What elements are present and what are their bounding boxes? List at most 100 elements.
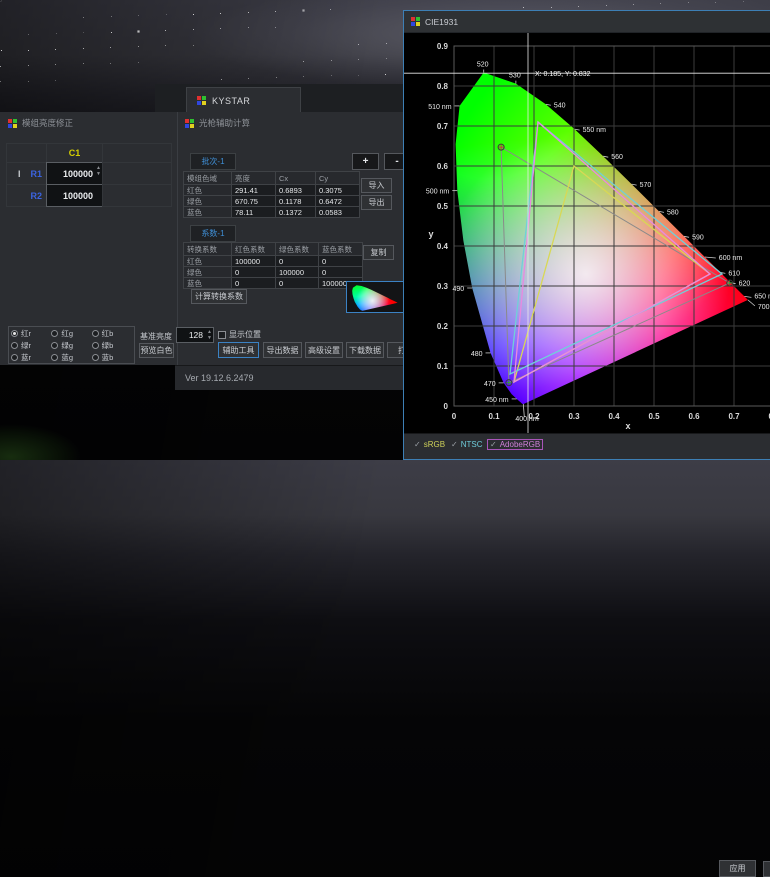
cell-value[interactable]: 0.1372 xyxy=(276,207,315,217)
ntsc-checkbox[interactable]: ✓ NTSC xyxy=(451,440,482,449)
preview-white-button[interactable]: 预览白色 xyxy=(139,343,174,358)
svg-text:0.2: 0.2 xyxy=(437,322,449,331)
cie-thumbnail-locus xyxy=(350,284,402,311)
gamut-table: 模组色域亮度CxCy红色291.410.68930.3075绿色670.750.… xyxy=(183,171,360,218)
cell-value[interactable]: 0.6472 xyxy=(316,196,359,206)
cie-thumbnail[interactable] xyxy=(346,281,404,313)
svg-text:580: 580 xyxy=(667,209,679,216)
calc-coef-button[interactable]: 计算转换系数 xyxy=(191,289,247,304)
column-header-c1: C1 xyxy=(46,143,103,163)
svg-text:510 nm: 510 nm xyxy=(428,104,452,111)
cell-value[interactable]: 0 xyxy=(276,256,318,266)
cell-value[interactable]: 100000 xyxy=(232,256,275,266)
radio-蓝b[interactable]: 蓝b xyxy=(92,352,132,363)
cell-value[interactable]: 0.0583 xyxy=(316,207,359,217)
svg-text:0: 0 xyxy=(444,402,449,411)
svg-text:0.1: 0.1 xyxy=(437,362,449,371)
tab-batch-1[interactable]: 批次-1 xyxy=(190,153,236,170)
svg-text:560: 560 xyxy=(611,154,623,161)
radio-红g[interactable]: 红g xyxy=(51,328,91,339)
kystar-logo-icon xyxy=(8,119,17,128)
import-button[interactable]: 导入 xyxy=(361,178,392,193)
row-label-r1: R1 xyxy=(6,162,47,185)
add-batch-button[interactable]: + xyxy=(352,153,379,170)
cell-value[interactable]: 0.3075 xyxy=(316,185,359,195)
svg-text:0.3: 0.3 xyxy=(568,412,580,421)
column-header: 转换系数 xyxy=(184,243,231,255)
svg-text:480: 480 xyxy=(471,351,483,358)
row-label: 蓝色 xyxy=(184,278,231,288)
cie-titlebar[interactable]: CIE1931 xyxy=(404,11,770,33)
clipped-button[interactable] xyxy=(763,861,770,877)
tab-kystar[interactable]: KYSTAR xyxy=(186,87,301,113)
toolbar-button-download-data[interactable]: 下载数据 xyxy=(346,342,384,358)
cell-value[interactable]: 670.75 xyxy=(232,196,275,206)
cie-plot-svg[interactable]: 00.10.20.30.40.50.60.70.800.10.20.30.40.… xyxy=(404,33,770,433)
radio-绿g[interactable]: 绿g xyxy=(51,340,91,351)
export-button[interactable]: 导出 xyxy=(361,195,392,210)
foliage-silhouette xyxy=(0,398,140,460)
column-header: 亮度 xyxy=(232,172,275,184)
srgb-checkbox[interactable]: ✓ sRGB xyxy=(414,440,445,449)
kystar-logo-icon xyxy=(411,17,420,26)
radio-circle-icon xyxy=(92,342,99,349)
toolbar-button-aux-tools[interactable]: 辅助工具 xyxy=(218,342,259,358)
svg-text:0: 0 xyxy=(452,412,457,421)
svg-text:y: y xyxy=(428,229,433,239)
svg-text:450 nm: 450 nm xyxy=(485,397,509,404)
svg-text:0.4: 0.4 xyxy=(437,242,449,251)
radio-绿b[interactable]: 绿b xyxy=(92,340,132,351)
check-icon: ✓ xyxy=(451,441,458,449)
svg-text:650 nm: 650 nm xyxy=(754,293,770,300)
cell-value[interactable]: 0 xyxy=(232,278,275,288)
cell-value[interactable]: 0 xyxy=(319,256,362,266)
cell-value[interactable]: 0 xyxy=(232,267,275,277)
svg-text:530: 530 xyxy=(509,73,521,80)
row-label-r2: R2 xyxy=(6,184,47,207)
adobergb-checkbox[interactable]: ✓ AdobeRGB xyxy=(488,440,542,449)
radio-蓝g[interactable]: 蓝g xyxy=(51,352,91,363)
cie-plot-area[interactable]: 00.10.20.30.40.50.60.70.800.10.20.30.40.… xyxy=(404,33,770,433)
text-cursor-ibeam: I xyxy=(18,169,21,179)
radio-circle-icon xyxy=(11,342,18,349)
apply-button[interactable]: 应用 xyxy=(719,860,756,877)
radio-红r[interactable]: 红r xyxy=(11,328,51,339)
copy-button[interactable]: 复制 xyxy=(363,245,394,260)
svg-text:610: 610 xyxy=(728,270,740,277)
cell-value[interactable]: 0 xyxy=(319,267,362,277)
svg-text:540: 540 xyxy=(554,102,566,109)
brightness-value-r2[interactable]: 100000 xyxy=(46,184,103,207)
cell-value[interactable]: 291.41 xyxy=(232,185,275,195)
cell-value[interactable]: 100000 xyxy=(276,267,318,277)
radio-绿r[interactable]: 绿r xyxy=(11,340,51,351)
show-position-checkbox[interactable]: 显示位置 xyxy=(218,329,261,340)
radio-circle-icon xyxy=(92,330,99,337)
calc-panel-title: 光枪辅助计算 xyxy=(199,117,250,129)
svg-text:0.5: 0.5 xyxy=(437,202,449,211)
base-brightness-label: 基准亮度 xyxy=(140,331,172,342)
brightness-panel: 模组亮度修正 C1 R1 100000 ▲▼ R2 100000 I 红r红g红… xyxy=(0,112,178,365)
toolbar-button-export-data[interactable]: 导出数据 xyxy=(263,342,302,358)
table-filler-cell xyxy=(102,162,172,185)
svg-text:590: 590 xyxy=(692,234,704,241)
radio-红b[interactable]: 红b xyxy=(92,328,132,339)
cell-value[interactable]: 0 xyxy=(276,278,318,288)
brightness-panel-header: 模组亮度修正 xyxy=(8,117,73,129)
cell-value[interactable]: 0.6893 xyxy=(276,185,315,195)
svg-text:400 nm: 400 nm xyxy=(515,416,539,423)
svg-text:0.6: 0.6 xyxy=(688,412,700,421)
toolbar-button-advanced-settings[interactable]: 高级设置 xyxy=(305,342,343,358)
svg-text:x: x xyxy=(625,421,630,431)
checkbox-icon xyxy=(218,331,226,339)
calc-panel-header: 光枪辅助计算 xyxy=(185,117,250,129)
row-label: 蓝色 xyxy=(184,207,231,217)
brightness-panel-title: 模组亮度修正 xyxy=(22,117,73,129)
tab-coef-1[interactable]: 系数-1 xyxy=(190,225,236,242)
svg-text:470: 470 xyxy=(484,381,496,388)
svg-text:500 nm: 500 nm xyxy=(426,189,450,196)
cell-value[interactable]: 78.11 xyxy=(232,207,275,217)
column-header: 红色系数 xyxy=(232,243,275,255)
cell-value[interactable]: 0.1178 xyxy=(276,196,315,206)
radio-蓝r[interactable]: 蓝r xyxy=(11,352,51,363)
brightness-value-r1[interactable]: 100000 xyxy=(46,162,103,185)
